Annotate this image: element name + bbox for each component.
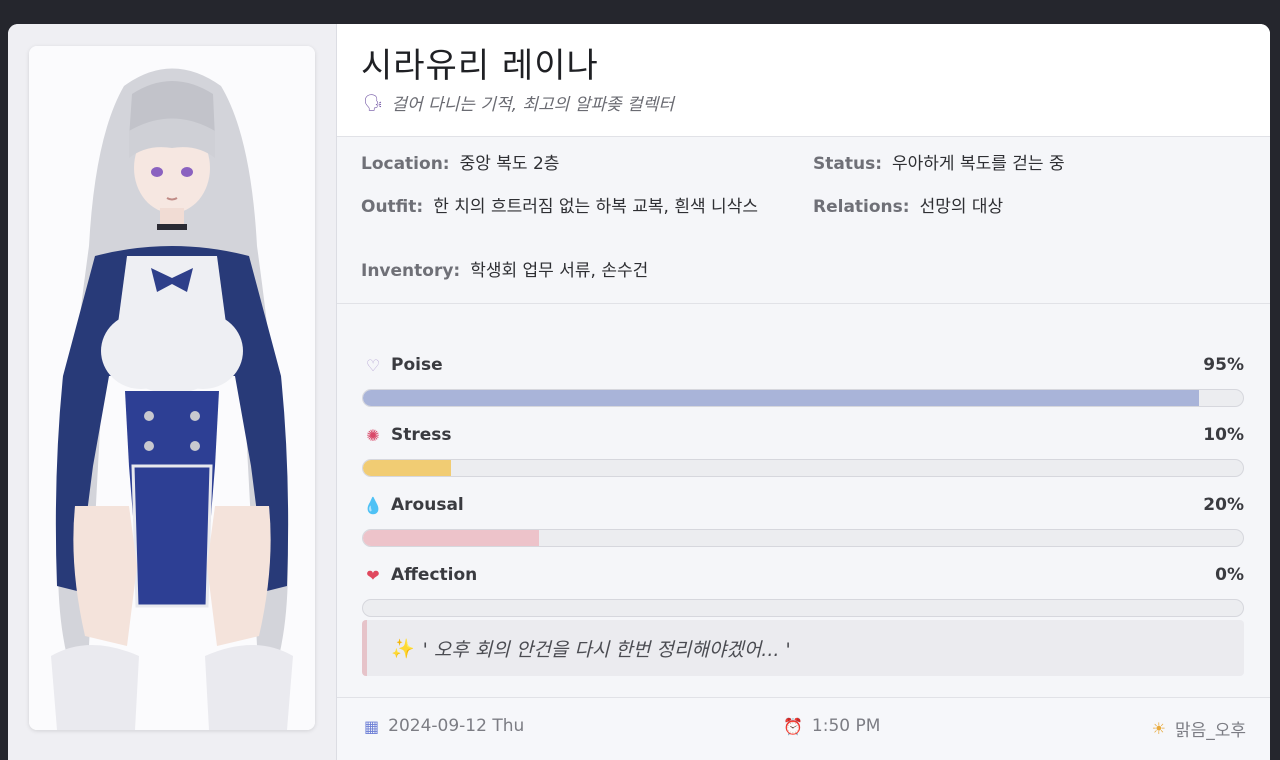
stat-value: 0% [1215, 565, 1244, 585]
relations-label: Relations: [813, 197, 910, 217]
character-portrait [29, 46, 315, 730]
status-footer: ▦ 2024-09-12 Thu ⏰ 1:50 PM ☀ 맑음_오후 [337, 697, 1270, 760]
time-text: 1:50 PM [811, 716, 881, 736]
character-header: 시라유리 레이나 🗣 걸어 다니는 기적, 최고의 알파좆 컬렉터 [337, 24, 1270, 137]
stat-label: Affection [391, 565, 478, 585]
heart-icon: ♡ [365, 355, 381, 375]
info-panel: 시라유리 레이나 🗣 걸어 다니는 기적, 최고의 알파좆 컬렉터 Locati… [337, 24, 1270, 760]
info-relations: Relations: 선망의 대상 [813, 194, 1003, 220]
info-status: Status: 우아하게 복도를 걷는 중 [813, 151, 1065, 177]
stat-label: Arousal [391, 495, 464, 515]
status-value: 우아하게 복도를 걷는 중 [892, 154, 1065, 174]
sun-icon: ☀ [1151, 719, 1166, 738]
portrait-panel [8, 24, 337, 760]
progress-bar [362, 389, 1244, 407]
info-inventory: Inventory: 학생회 업무 서류, 손수건 [361, 258, 648, 284]
inventory-label: Inventory: [361, 261, 461, 281]
footer-time: ⏰ 1:50 PM [783, 716, 880, 736]
progress-fill [363, 530, 539, 546]
speaking-head-icon: 🗣 [363, 93, 384, 112]
footer-weather: ☀ 맑음_오후 [1152, 716, 1246, 741]
droplet-icon: 💧 [363, 495, 383, 515]
outfit-value: 한 치의 흐트러짐 없는 하복 교복, 흰색 니삭스 [433, 197, 758, 217]
calendar-icon: ▦ [364, 716, 380, 736]
status-label: Status: [813, 154, 882, 174]
character-subtitle: 🗣 걸어 다니는 기적, 최고의 알파좆 컬렉터 [363, 90, 674, 115]
anger-icon: ✺ [366, 425, 380, 445]
character-name: 시라유리 레이나 [361, 46, 599, 86]
date-text: 2024-09-12 Thu [388, 716, 525, 736]
stat-label: Poise [391, 355, 443, 375]
stat-poise: ♡ Poise 95% [362, 352, 1244, 412]
subtitle-text: 걸어 다니는 기적, 최고의 알파좆 컬렉터 [391, 95, 674, 115]
info-outfit: Outfit: 한 치의 흐트러짐 없는 하복 교복, 흰색 니삭스 [361, 194, 791, 220]
stat-affection: ❤ Affection 0% [362, 562, 1244, 622]
weather-text: 맑음_오후 [1174, 721, 1246, 741]
footer-date: ▦ 2024-09-12 Thu [364, 716, 524, 736]
sparkles-icon: ✨ [391, 637, 415, 660]
stat-value: 95% [1203, 355, 1244, 375]
progress-bar [362, 529, 1244, 547]
stat-label: Stress [391, 425, 452, 445]
outfit-label: Outfit: [361, 197, 424, 217]
inner-thought-quote: ✨ ' 오후 회의 안건을 다시 한번 정리해야겠어... ' [362, 620, 1244, 676]
progress-bar [362, 599, 1244, 617]
heart-icon: ❤ [366, 565, 380, 585]
stat-value: 20% [1203, 495, 1244, 515]
stat-stress: ✺ Stress 10% [362, 422, 1244, 482]
location-label: Location: [361, 154, 450, 174]
alarm-clock-icon: ⏰ [783, 716, 803, 736]
location-value: 중앙 복도 2층 [459, 154, 560, 174]
inventory-value: 학생회 업무 서류, 손수건 [470, 261, 649, 281]
stat-value: 10% [1203, 425, 1244, 445]
progress-fill [363, 460, 451, 476]
stat-arousal: 💧 Arousal 20% [362, 492, 1244, 552]
progress-fill [363, 390, 1199, 406]
character-card: 시라유리 레이나 🗣 걸어 다니는 기적, 최고의 알파좆 컬렉터 Locati… [8, 24, 1270, 760]
quote-text: ' 오후 회의 안건을 다시 한번 정리해야겠어... ' [422, 638, 791, 661]
info-section: Location: 중앙 복도 2층 Status: 우아하게 복도를 걷는 중… [337, 137, 1270, 304]
info-location: Location: 중앙 복도 2층 [361, 151, 559, 177]
progress-bar [362, 459, 1244, 477]
relations-value: 선망의 대상 [919, 197, 1004, 217]
